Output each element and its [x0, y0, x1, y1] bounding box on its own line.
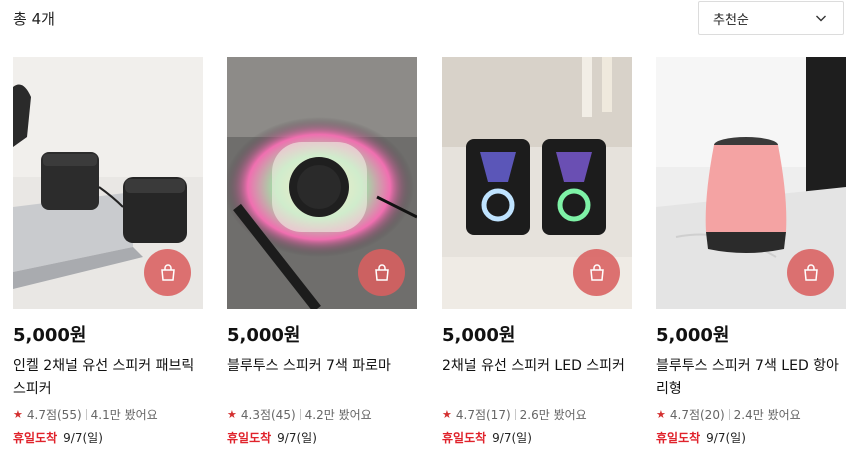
product-rating: 4.7점(20) — [669, 408, 725, 422]
chevron-down-icon — [816, 15, 826, 22]
shopping-bag-icon — [160, 263, 175, 281]
product-image[interactable] — [13, 57, 203, 309]
product-price: 5,000원 — [442, 325, 516, 346]
product-views: 4.2만 봤어요 — [304, 408, 372, 422]
shopping-bag-icon — [589, 263, 604, 281]
product-card[interactable]: 5,000원 블루투스 스피커 7색 LED 항아리형 ★ 4.7점(20) 2… — [656, 57, 846, 446]
shopping-bag-icon — [374, 263, 389, 281]
delivery-badge: 휴일도착 — [656, 431, 701, 445]
star-icon: ★ — [656, 408, 666, 421]
delivery-info: 휴일도착 9/7(일) — [656, 429, 846, 446]
product-rating: 4.3점(45) — [240, 408, 296, 422]
list-header: 총 4개 추천순 — [0, 0, 860, 40]
shopping-bag-icon — [803, 263, 818, 281]
product-views: 2.6만 봤어요 — [519, 408, 587, 422]
sort-label: 추천순 — [713, 12, 749, 28]
product-views: 2.4만 봤어요 — [733, 408, 801, 422]
product-price: 5,000원 — [656, 325, 730, 346]
divider — [514, 409, 516, 420]
delivery-date: 9/7(일) — [277, 431, 317, 445]
add-to-cart-button[interactable] — [787, 249, 834, 296]
divider — [85, 409, 87, 420]
product-image[interactable] — [442, 57, 632, 309]
star-icon: ★ — [13, 408, 23, 421]
total-count: 총 4개 — [13, 10, 55, 28]
product-name[interactable]: 블루투스 스피커 7색 LED 항아리형 — [656, 355, 846, 401]
product-views: 4.1만 봤어요 — [90, 408, 158, 422]
product-price: 5,000원 — [13, 325, 87, 346]
delivery-info: 휴일도착 9/7(일) — [442, 429, 632, 446]
star-icon: ★ — [442, 408, 452, 421]
product-meta: ★ 4.7점(17) 2.6만 봤어요 — [442, 406, 632, 423]
product-image[interactable] — [227, 57, 417, 309]
divider — [728, 409, 730, 420]
delivery-badge: 휴일도착 — [442, 431, 487, 445]
delivery-date: 9/7(일) — [706, 431, 746, 445]
product-rating: 4.7점(55) — [26, 408, 82, 422]
product-card[interactable]: 5,000원 2채널 유선 스피커 LED 스피커 ★ 4.7점(17) 2.6… — [442, 57, 632, 446]
add-to-cart-button[interactable] — [144, 249, 191, 296]
star-icon: ★ — [227, 408, 237, 421]
delivery-badge: 휴일도착 — [227, 431, 272, 445]
product-meta: ★ 4.3점(45) 4.2만 봤어요 — [227, 406, 417, 423]
product-rating: 4.7점(17) — [455, 408, 511, 422]
product-image[interactable] — [656, 57, 846, 309]
product-meta: ★ 4.7점(20) 2.4만 봤어요 — [656, 406, 846, 423]
delivery-info: 휴일도착 9/7(일) — [227, 429, 417, 446]
sort-dropdown[interactable]: 추천순 — [698, 1, 844, 35]
product-name[interactable]: 2채널 유선 스피커 LED 스피커 — [442, 355, 632, 401]
product-name[interactable]: 블루투스 스피커 7색 파로마 — [227, 355, 417, 401]
delivery-date: 9/7(일) — [63, 431, 103, 445]
delivery-info: 휴일도착 9/7(일) — [13, 429, 203, 446]
add-to-cart-button[interactable] — [573, 249, 620, 296]
product-meta: ★ 4.7점(55) 4.1만 봤어요 — [13, 406, 203, 423]
add-to-cart-button[interactable] — [358, 249, 405, 296]
delivery-date: 9/7(일) — [492, 431, 532, 445]
product-card[interactable]: 5,000원 블루투스 스피커 7색 파로마 ★ 4.3점(45) 4.2만 봤… — [227, 57, 417, 446]
product-card[interactable]: 5,000원 인켈 2채널 유선 스피커 패브릭 스피커 ★ 4.7점(55) … — [13, 57, 203, 446]
divider — [299, 409, 301, 420]
product-name[interactable]: 인켈 2채널 유선 스피커 패브릭 스피커 — [13, 355, 203, 401]
delivery-badge: 휴일도착 — [13, 431, 58, 445]
product-price: 5,000원 — [227, 325, 301, 346]
